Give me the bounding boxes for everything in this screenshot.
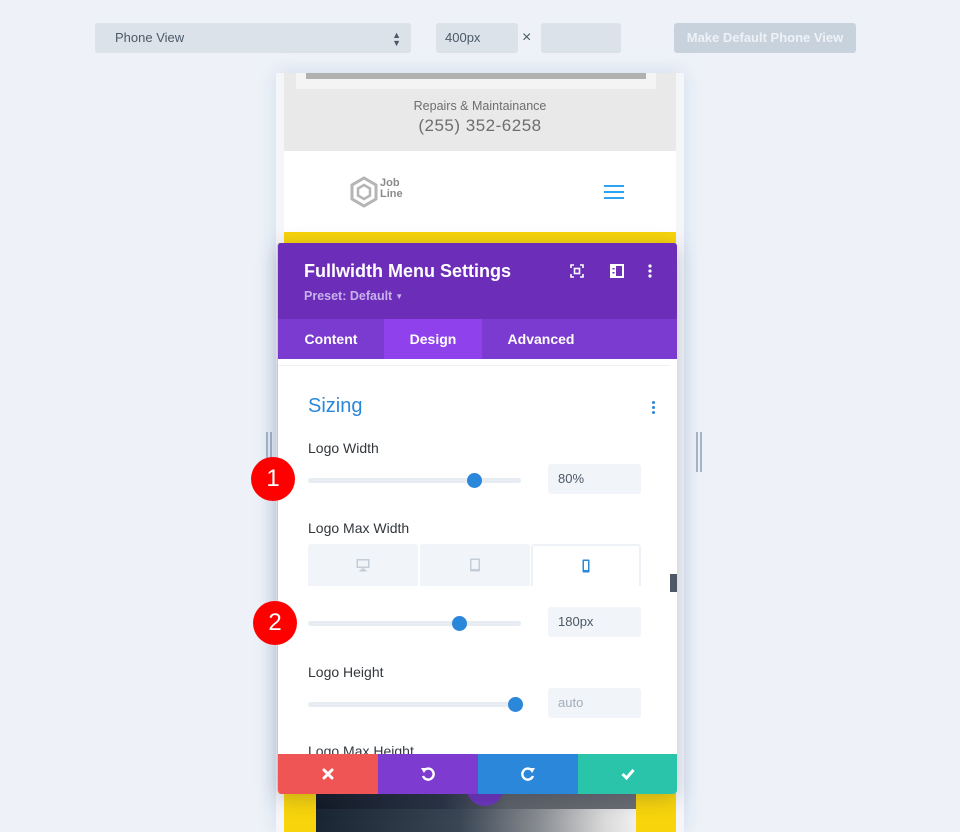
preset-dropdown[interactable]: Preset: Default ▼ [304, 289, 403, 303]
undo-button[interactable] [378, 754, 478, 794]
checkmark-icon [621, 769, 635, 780]
logo-max-height-label: Logo Max Height [308, 743, 414, 754]
view-mode-select[interactable]: Phone View ▲ ▼ [95, 23, 411, 53]
close-icon [322, 768, 334, 780]
section-title-sizing[interactable]: Sizing [308, 395, 362, 418]
scrollbar-thumb[interactable] [670, 574, 677, 592]
slider-thumb[interactable] [467, 473, 483, 488]
fullscreen-icon[interactable] [569, 263, 585, 279]
logo-max-width-label: Logo Max Width [308, 520, 410, 536]
logo-width-slider[interactable] [308, 473, 521, 488]
logo-max-width-slider[interactable] [308, 616, 521, 631]
resize-handle-right[interactable] [696, 432, 702, 472]
width-input[interactable]: 400px [436, 23, 518, 53]
redo-button[interactable] [478, 754, 578, 794]
slider-thumb[interactable] [452, 616, 468, 631]
annotation-badge-2: 2 [253, 601, 297, 645]
modal-header: Fullwidth Menu Settings Preset: Default ▼ [278, 243, 677, 319]
logo-max-width-input[interactable]: 180px [548, 607, 641, 637]
device-tab-tablet[interactable] [419, 544, 530, 586]
logo-width-label: Logo Width [308, 440, 379, 456]
view-mode-label: Phone View [115, 30, 185, 45]
logo-hex-icon [350, 176, 378, 208]
more-options-icon[interactable] [642, 263, 658, 279]
slider-thumb[interactable] [507, 697, 523, 712]
hamburger-menu-icon[interactable] [604, 185, 624, 199]
save-button[interactable] [578, 754, 677, 794]
tab-content[interactable]: Content [278, 319, 384, 359]
phone-number: (255) 352-6258 [418, 116, 542, 135]
logo-height-label: Logo Height [308, 664, 384, 680]
select-arrows-icon: ▲ ▼ [392, 30, 401, 48]
times-icon: × [522, 29, 532, 46]
divider [278, 365, 670, 366]
settings-tabs: Content Design Advanced [278, 319, 677, 359]
tagline: Repairs & Maintainance [413, 99, 547, 113]
height-input[interactable] [541, 23, 621, 53]
section-options-icon[interactable] [652, 401, 656, 415]
site-header: Job Line [284, 151, 676, 232]
top-bar: Repairs & Maintainance (255) 352-6258 [284, 73, 676, 151]
desktop-icon [356, 559, 370, 572]
logo-height-slider[interactable] [308, 697, 523, 712]
tablet-icon [469, 558, 480, 572]
logo-width-input[interactable]: 80% [548, 464, 641, 494]
modal-action-bar [278, 754, 677, 794]
site-logo[interactable]: Job Line [350, 174, 420, 210]
preset-label: Preset: Default [304, 289, 393, 303]
redo-icon [521, 767, 535, 781]
responsive-device-tabs [308, 544, 641, 586]
tab-advanced[interactable]: Advanced [482, 319, 600, 359]
device-tab-desktop[interactable] [308, 544, 418, 586]
undo-icon [421, 767, 435, 781]
caret-down-icon: ▼ [395, 292, 404, 302]
phone-icon [582, 559, 590, 573]
cancel-button[interactable] [278, 754, 378, 794]
device-tab-phone[interactable] [531, 544, 641, 586]
make-default-phone-view-button[interactable]: Make Default Phone View [674, 23, 856, 53]
logo-height-input[interactable]: auto [548, 688, 641, 718]
modal-body: Sizing Logo Width 80% Logo Max Width 180… [278, 359, 677, 754]
split-view-icon[interactable] [609, 263, 625, 279]
logo-text-line2: Line [380, 188, 403, 200]
settings-modal: Fullwidth Menu Settings Preset: Default ▼… [277, 243, 677, 794]
modal-title: Fullwidth Menu Settings [304, 261, 511, 281]
annotation-badge-1: 1 [251, 457, 295, 501]
tab-design[interactable]: Design [384, 319, 482, 359]
